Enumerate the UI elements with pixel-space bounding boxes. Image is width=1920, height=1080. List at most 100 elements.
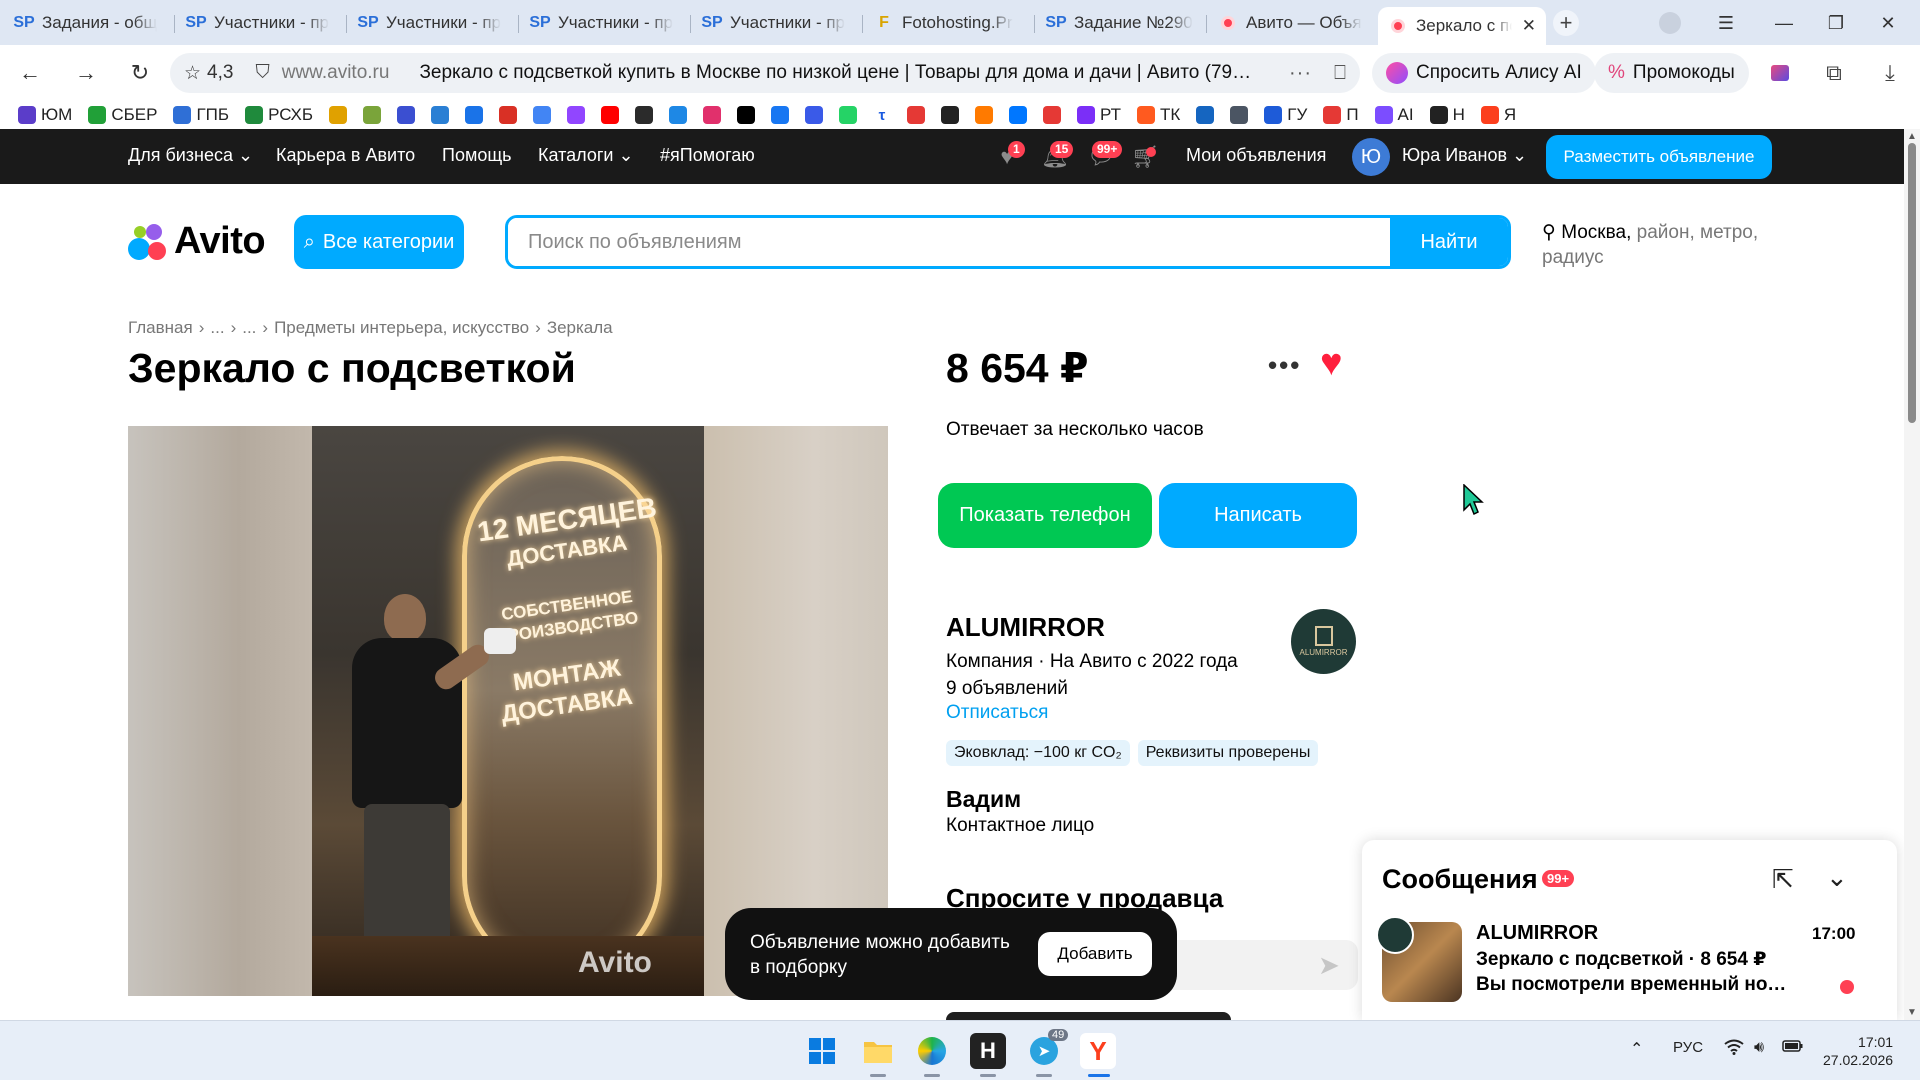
cart-icon[interactable]: 🛒︎ [1130, 143, 1160, 171]
send-arrow-icon[interactable]: ➤ [1318, 950, 1340, 981]
nav-i-help[interactable]: #яПомогаю [660, 145, 755, 166]
bookmark-item[interactable] [1230, 106, 1249, 124]
bookmark-item[interactable] [1009, 106, 1028, 124]
bookmark-item[interactable]: ГУ [1264, 105, 1307, 125]
wifi-icon[interactable] [1724, 1039, 1744, 1060]
bookmark-item[interactable]: Н [1429, 105, 1465, 125]
bookmark-item[interactable]: ГПБ [173, 105, 229, 125]
browser-tab[interactable]: F Fotohosting.Pr [864, 7, 1032, 39]
verified-tag[interactable]: Реквизиты проверены [1137, 740, 1319, 766]
battery-icon[interactable] [1782, 1039, 1804, 1058]
nav-business[interactable]: Для бизнеса ⌄ [128, 145, 253, 166]
show-phone-button[interactable]: Показать телефон [938, 483, 1152, 548]
bookmark-item[interactable] [363, 106, 382, 124]
avatar[interactable]: Ю [1352, 138, 1390, 176]
restore-icon[interactable]: ❐ [1812, 8, 1860, 38]
write-message-button[interactable]: Написать [1159, 483, 1357, 548]
user-menu[interactable]: Юра Иванов ⌄ [1402, 145, 1527, 166]
bookmark-item[interactable]: СБЕР [88, 105, 157, 125]
tray-chevron-up-icon[interactable]: ⌃ [1630, 1039, 1643, 1059]
minimize-icon[interactable]: — [1760, 8, 1808, 38]
browser-tab[interactable]: SP Задания - общ [4, 7, 172, 39]
bookmark-item[interactable]: Я [1480, 105, 1516, 125]
bookmark-item[interactable] [533, 106, 552, 124]
unsubscribe-link[interactable]: Отписаться [946, 702, 1048, 724]
breadcrumb-mirrors[interactable]: Зеркала [547, 318, 613, 338]
bookmark-item[interactable] [805, 106, 824, 124]
eco-tag[interactable]: Эковклад: −100 кг CO₂ [946, 740, 1130, 766]
scroll-down-icon[interactable]: ▼ [1907, 1007, 1917, 1018]
bookmark-item[interactable]: AI [1374, 105, 1414, 125]
bookmark-item[interactable] [975, 106, 994, 124]
system-clock[interactable]: 17:01 27.02.2026 [1823, 1033, 1893, 1069]
browser-tab[interactable]: Авито — Объя [1208, 7, 1376, 39]
input-language[interactable]: РУС [1673, 1039, 1703, 1056]
promo-codes-button[interactable]: % Промокоды [1594, 53, 1749, 93]
open-external-icon[interactable]: ⇱ [1772, 864, 1794, 895]
browser-tab[interactable]: SP Участники - пр [520, 7, 688, 39]
bookmark-item[interactable] [1196, 106, 1215, 124]
avito-logo[interactable]: Avito [128, 220, 266, 263]
new-tab-button[interactable]: + [1553, 10, 1579, 36]
bookmark-item[interactable] [737, 106, 756, 124]
bookmark-item[interactable]: τ [873, 106, 892, 124]
bookmark-item[interactable] [567, 106, 586, 124]
seller-name[interactable]: ALUMIRROR [946, 612, 1105, 643]
bookmark-item[interactable] [703, 106, 722, 124]
browser-tab[interactable]: SP Участники - пр [176, 7, 344, 39]
windows-start-icon[interactable] [804, 1033, 840, 1069]
chat-preview[interactable]: Вы посмотрели временный ном… [1476, 974, 1796, 996]
close-window-icon[interactable]: ✕ [1864, 8, 1912, 38]
nav-career[interactable]: Карьера в Авито [276, 145, 415, 166]
all-categories-button[interactable]: ⌕ Все категории [294, 215, 464, 269]
volume-icon[interactable]: 🔊︎ [1754, 1039, 1764, 1057]
edge-browser-icon[interactable] [914, 1033, 950, 1069]
more-icon[interactable]: ··· [1289, 62, 1312, 85]
browser-tab[interactable]: SP Участники - пр [692, 7, 860, 39]
bookmark-item[interactable] [1043, 106, 1062, 124]
browser-tab[interactable]: SP Задание №290 [1036, 7, 1204, 39]
bookmark-item[interactable]: ТК [1137, 105, 1180, 125]
page-scrollbar[interactable]: ▲ ▼ [1904, 129, 1920, 1020]
breadcrumb-item[interactable]: ... [210, 318, 224, 338]
bookmark-item[interactable]: ЮМ [18, 105, 72, 125]
bookmark-item[interactable] [839, 106, 858, 124]
image-icon[interactable] [1766, 59, 1794, 87]
bookmark-item[interactable]: П [1323, 105, 1359, 125]
nav-catalogs[interactable]: Каталоги ⌄ [538, 145, 634, 166]
chat-subject[interactable]: Зеркало с подсветкой · 8 654 ₽ [1476, 948, 1766, 971]
site-rating[interactable]: ☆ 4,3 [184, 62, 233, 85]
profile-icon[interactable] [1646, 8, 1694, 38]
seller-logo[interactable]: ALUMIRROR [1291, 609, 1356, 674]
bookmark-item[interactable] [329, 106, 348, 124]
browser-tab-active[interactable]: Зеркало с по ✕ [1378, 7, 1546, 45]
bookmark-item[interactable] [635, 106, 654, 124]
more-options-icon[interactable]: ••• [1268, 350, 1301, 381]
bookmark-item[interactable] [669, 106, 688, 124]
bookmark-item[interactable] [397, 106, 416, 124]
search-button[interactable]: Найти [1390, 218, 1508, 266]
extensions-icon[interactable]: ⧉ [1820, 59, 1848, 87]
ask-alice-button[interactable]: Спросить Алису AI [1372, 53, 1596, 93]
yandex-browser-icon[interactable]: Y [1080, 1033, 1116, 1069]
nav-help[interactable]: Помощь [442, 145, 512, 166]
close-tab-icon[interactable]: ✕ [1522, 16, 1536, 36]
reload-icon[interactable]: ↻ [126, 59, 154, 87]
breadcrumb-interior[interactable]: Предметы интерьера, искусство [274, 318, 529, 338]
chat-sender[interactable]: ALUMIRROR [1476, 922, 1598, 945]
download-icon[interactable]: ⤓ [1876, 59, 1904, 87]
bookmark-item[interactable] [941, 106, 960, 124]
location-selector[interactable]: ⚲ Москва, район, метро, радиус [1542, 220, 1782, 270]
scrollbar-thumb[interactable] [1908, 143, 1916, 423]
forward-icon[interactable]: → [72, 59, 100, 87]
h-app-icon[interactable]: H [970, 1033, 1006, 1069]
breadcrumb-home[interactable]: Главная [128, 318, 193, 338]
bookmark-icon[interactable]: ⎕ [1334, 62, 1346, 85]
bookmark-item[interactable] [907, 106, 926, 124]
back-icon[interactable]: ← [16, 59, 44, 87]
add-to-collection-button[interactable]: Добавить [1038, 932, 1152, 976]
search-input[interactable] [508, 218, 1390, 266]
tab-menu-icon[interactable]: ☰ [1702, 8, 1750, 38]
bookmark-item[interactable]: РТ [1077, 105, 1121, 125]
post-ad-button[interactable]: Разместить объявление [1546, 135, 1772, 179]
